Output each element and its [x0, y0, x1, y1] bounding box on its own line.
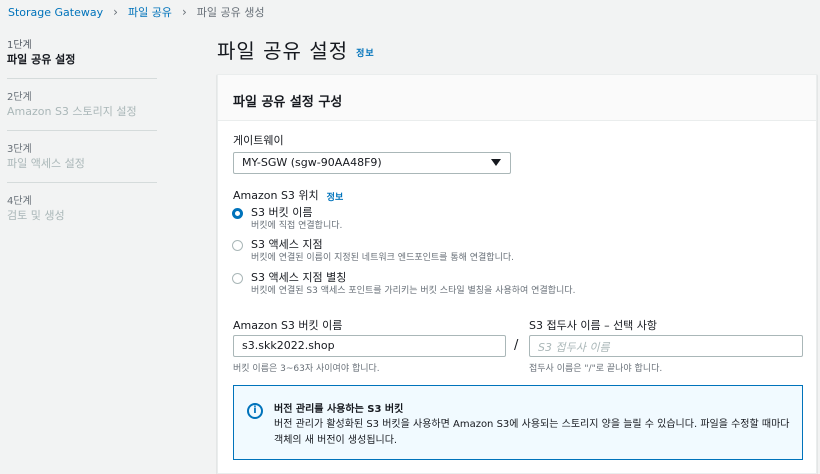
step-title: 파일 공유 설정	[7, 53, 76, 66]
radio-title: S3 액세스 지점 별칭	[251, 271, 347, 284]
bucket-name-input[interactable]: s3.skk2022.shop	[233, 335, 506, 357]
page-title: 파일 공유 설정 정보	[217, 35, 375, 64]
step-title: Amazon S3 스토리지 설정	[7, 105, 137, 118]
page-title-text: 파일 공유 설정	[217, 39, 349, 63]
gateway-label: 게이트웨이	[233, 134, 284, 147]
step-number: 4단계	[7, 196, 32, 207]
chevron-right-icon: ›	[113, 5, 118, 19]
step-3: 3단계 파일 액세스 설정	[7, 144, 157, 183]
radio-description: 버킷에 직접 연결합니다.	[251, 221, 343, 231]
panel-header: 파일 공유 설정 구성	[218, 75, 816, 121]
gateway-select-value: MY-SGW (sgw-90AA48F9)	[242, 156, 382, 169]
gateway-select[interactable]: MY-SGW (sgw-90AA48F9)	[233, 152, 511, 174]
s3-location-label: Amazon S3 위치 정보	[233, 187, 343, 203]
breadcrumb-file-share[interactable]: 파일 공유	[128, 4, 172, 20]
radio-s3-access-point-alias[interactable]: S3 액세스 지점 별칭 버킷에 연결된 S3 액세스 포인트를 가리키는 버킷…	[232, 271, 575, 297]
radio-description: 버킷에 연결된 이름이 지정된 네트워크 엔드포인트를 통해 연결합니다.	[251, 253, 515, 263]
wizard-steps: 1단계 파일 공유 설정 2단계 Amazon S3 스토리지 설정 3단계 파…	[7, 40, 157, 247]
radio-button[interactable]	[232, 240, 243, 251]
step-number: 3단계	[7, 144, 32, 155]
step-number: 1단계	[7, 40, 32, 51]
alert-title: 버전 관리를 사용하는 S3 버킷	[274, 404, 404, 415]
breadcrumb: Storage Gateway › 파일 공유 › 파일 공유 생성	[8, 4, 264, 20]
step-1: 1단계 파일 공유 설정	[7, 40, 157, 79]
radio-description: 버킷에 연결된 S3 액세스 포인트를 가리키는 버킷 스타일 별칭을 사용하여…	[251, 286, 576, 296]
settings-panel: 파일 공유 설정 구성 게이트웨이 MY-SGW (sgw-90AA48F9) …	[217, 74, 817, 474]
info-link[interactable]: 정보	[356, 49, 375, 59]
caret-down-icon	[491, 159, 501, 166]
step-title: 파일 액세스 설정	[7, 157, 85, 170]
radio-s3-access-point[interactable]: S3 액세스 지점 버킷에 연결된 이름이 지정된 네트워크 엔드포인트를 통해…	[232, 238, 514, 264]
radio-s3-bucket-name[interactable]: S3 버킷 이름 버킷에 직접 연결합니다.	[232, 206, 342, 232]
bucket-name-label: Amazon S3 버킷 이름	[233, 319, 343, 332]
alert-body: 버전 관리가 활성화된 S3 버킷을 사용하면 Amazon S3에 사용되는 …	[274, 419, 790, 446]
prefix-label: S3 접두사 이름 – 선택 사항	[529, 319, 658, 332]
prefix-hint: 접두사 이름은 "/"로 끝나야 합니다.	[529, 364, 663, 374]
radio-title: S3 액세스 지점	[251, 238, 323, 251]
s3-location-info-link[interactable]: 정보	[327, 193, 344, 203]
radio-button[interactable]	[232, 273, 243, 284]
path-separator: /	[514, 338, 519, 353]
step-4: 4단계 검토 및 생성	[7, 196, 157, 234]
radio-button-checked[interactable]	[232, 208, 243, 219]
info-icon: i	[247, 403, 263, 419]
chevron-right-icon: ›	[181, 5, 187, 19]
breadcrumb-storage-gateway[interactable]: Storage Gateway	[8, 6, 103, 19]
step-title: 검토 및 생성	[7, 209, 65, 222]
s3-location-label-text: Amazon S3 위치	[233, 189, 319, 202]
breadcrumb-current: 파일 공유 생성	[196, 6, 265, 19]
step-2: 2단계 Amazon S3 스토리지 설정	[7, 92, 157, 131]
versioning-alert: i 버전 관리를 사용하는 S3 버킷 버전 관리가 활성화된 S3 버킷을 사…	[233, 385, 803, 460]
prefix-input[interactable]: S3 접두사 이름	[529, 335, 803, 357]
step-number: 2단계	[7, 92, 32, 103]
radio-title: S3 버킷 이름	[251, 206, 313, 219]
bucket-name-hint: 버킷 이름은 3~63자 사이여야 합니다.	[233, 364, 380, 374]
